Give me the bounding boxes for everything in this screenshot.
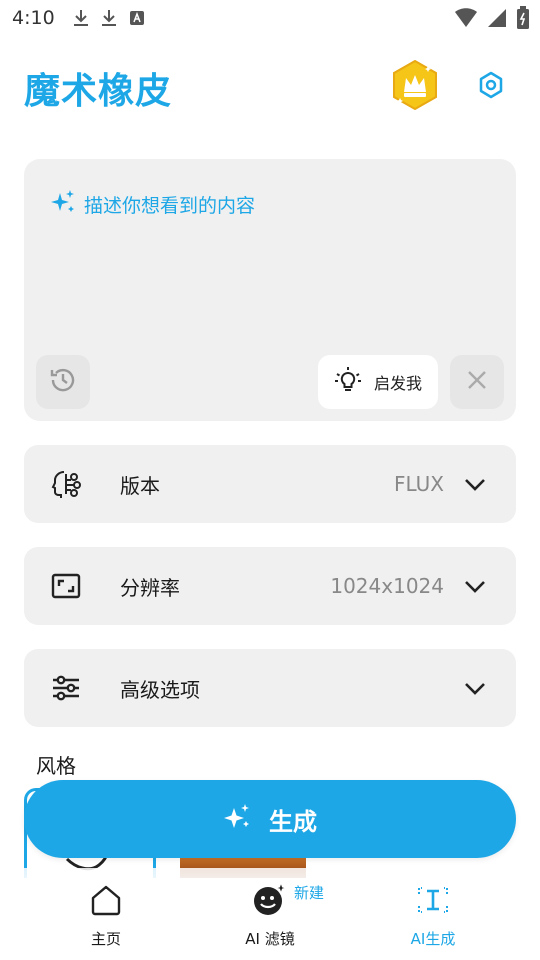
home-icon	[88, 882, 124, 918]
new-badge: 新建	[290, 880, 329, 905]
status-time: 4:10	[12, 7, 55, 29]
resolution-value: 1024x1024	[330, 574, 444, 598]
status-right	[454, 6, 530, 34]
nav-item-ai-generate[interactable]: AI生成	[373, 882, 493, 954]
bottom-nav: 主页 AI 滤镜 AI生成	[0, 868, 540, 960]
advanced-options-row[interactable]: 高级选项	[24, 649, 516, 727]
signal-icon	[486, 7, 508, 33]
version-option-row[interactable]: 版本 FLUX	[24, 445, 516, 523]
clear-button[interactable]	[450, 355, 504, 409]
chevron-down-icon	[462, 675, 488, 701]
version-model-icon	[50, 468, 82, 500]
chevron-down-icon	[462, 573, 488, 599]
lightbulb-icon	[334, 366, 362, 398]
prompt-input[interactable]: 描述你想看到的内容	[50, 189, 255, 219]
prompt-placeholder: 描述你想看到的内容	[84, 194, 256, 217]
nav-label-ai-filter: AI 滤镜	[245, 930, 295, 948]
nav-label-ai-generate: AI生成	[410, 930, 456, 948]
resolution-label: 分辨率	[120, 575, 180, 600]
prompt-card[interactable]: 描述你想看到的内容 启发我	[24, 159, 516, 421]
close-icon	[466, 369, 488, 395]
version-label: 版本	[120, 473, 160, 498]
resolution-icon	[50, 570, 82, 602]
sparkle-icon	[223, 803, 251, 835]
generate-button[interactable]: 生成	[24, 780, 516, 858]
premium-crown-icon[interactable]	[392, 59, 438, 111]
chevron-down-icon	[462, 471, 488, 497]
generate-label: 生成	[269, 807, 317, 836]
settings-gear-icon[interactable]	[474, 68, 508, 102]
history-icon	[48, 365, 78, 399]
download-icon	[101, 8, 117, 28]
app-title: 魔术橡皮	[24, 71, 173, 112]
wifi-icon	[454, 7, 478, 33]
nav-item-home[interactable]: 主页	[46, 882, 166, 954]
style-section-title: 风格	[36, 754, 76, 778]
download-icon	[73, 8, 89, 28]
battery-icon	[516, 6, 530, 34]
sliders-icon	[50, 672, 82, 704]
app-notification-icon	[129, 10, 145, 26]
inspire-label: 启发我	[373, 374, 422, 393]
inspire-me-button[interactable]: 启发我	[318, 355, 438, 409]
advanced-options-label: 高级选项	[120, 677, 200, 702]
nav-label-home: 主页	[90, 930, 121, 948]
sparkle-icon	[50, 189, 76, 219]
history-button[interactable]	[36, 355, 90, 409]
status-bar: 4:10	[0, 0, 540, 36]
resolution-option-row[interactable]: 分辨率 1024x1024	[24, 547, 516, 625]
ai-filter-face-icon	[252, 882, 288, 918]
ai-generate-text-icon	[415, 882, 451, 918]
version-value: FLUX	[394, 472, 444, 496]
